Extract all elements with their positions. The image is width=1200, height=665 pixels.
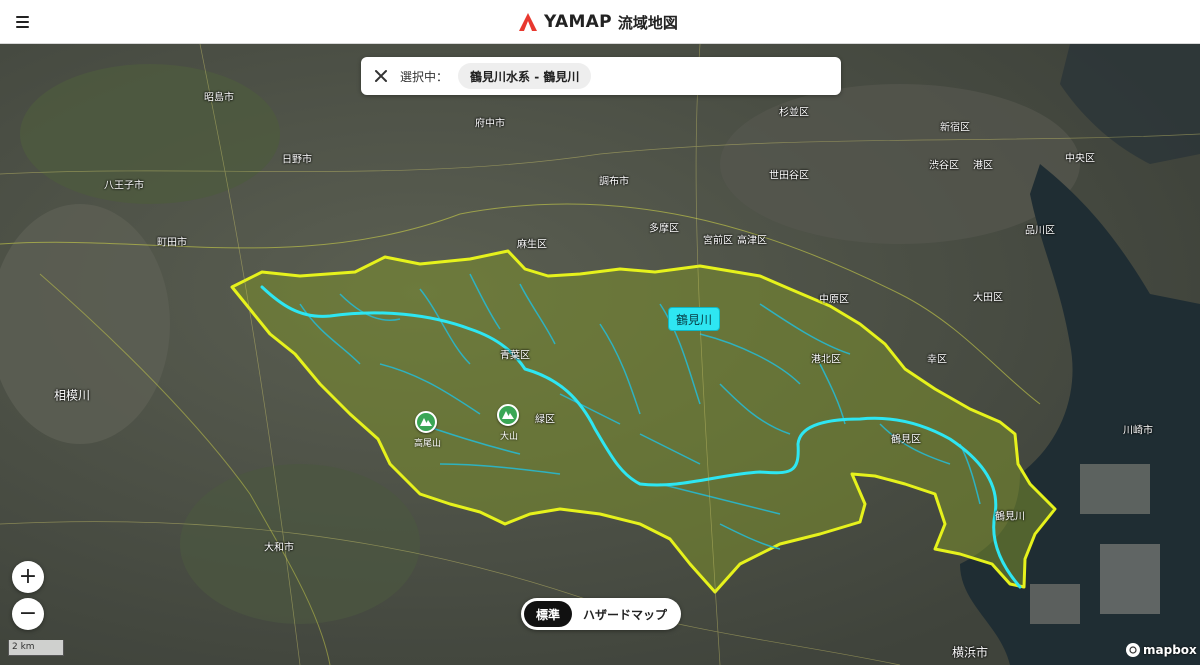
zoom-in-button[interactable]: + bbox=[12, 561, 44, 593]
app-header: YAMAP 流域地図 bbox=[0, 0, 1200, 44]
mountain-marker-icon[interactable] bbox=[415, 411, 437, 433]
place-label: 横浜市 bbox=[951, 645, 989, 660]
place-label: 中原区 bbox=[819, 294, 849, 306]
selection-bar: 選択中： 鶴見川水系 - 鶴見川 bbox=[361, 57, 841, 95]
selection-label: 選択中： bbox=[400, 69, 449, 84]
place-label: 新宿区 bbox=[940, 122, 970, 134]
mode-standard-button[interactable]: 標準 bbox=[524, 601, 572, 627]
place-label: 調布市 bbox=[599, 176, 629, 188]
mountain-label: 大山 bbox=[500, 432, 519, 442]
place-label: 相模川 bbox=[53, 388, 91, 403]
brand-subtitle: 流域地図 bbox=[617, 13, 678, 32]
mountain-marker-icon[interactable] bbox=[497, 404, 519, 426]
place-label: 日野市 bbox=[282, 154, 312, 166]
place-label: 世田谷区 bbox=[769, 170, 809, 182]
place-label: 高津区 bbox=[737, 235, 767, 247]
place-label: 青葉区 bbox=[500, 350, 530, 362]
hamburger-menu-icon[interactable] bbox=[10, 10, 34, 34]
plus-icon: + bbox=[18, 564, 38, 589]
place-label: 麻生区 bbox=[517, 239, 547, 251]
river-label-tag[interactable]: 鶴見川 bbox=[668, 307, 721, 331]
satellite-map[interactable]: 昭島市 府中市 杉並区 新宿区 日野市 調布市 世田谷区 渋谷区 港区 中央区 … bbox=[0, 44, 1200, 665]
map-mode-toggle: 標準 ハザードマップ bbox=[521, 598, 681, 630]
mapbox-attribution[interactable]: mapbox bbox=[1126, 643, 1197, 657]
place-label: 八王子市 bbox=[104, 180, 144, 192]
place-label: 大田区 bbox=[973, 292, 1003, 304]
place-label: 緑区 bbox=[535, 414, 555, 426]
place-label: 杉並区 bbox=[779, 107, 809, 119]
place-label: 町田市 bbox=[157, 237, 187, 249]
place-label: 鶴見川 bbox=[995, 511, 1025, 523]
place-label: 鶴見区 bbox=[891, 434, 921, 446]
place-label: 品川区 bbox=[1025, 225, 1055, 237]
brand-name: YAMAP bbox=[544, 12, 612, 32]
place-label: 幸区 bbox=[927, 354, 947, 366]
place-label: 宮前区 bbox=[703, 235, 733, 247]
mountain-label: 高尾山 bbox=[414, 439, 442, 449]
place-label: 渋谷区 bbox=[929, 160, 959, 172]
place-label: 多摩区 bbox=[649, 223, 679, 235]
place-label: 港区 bbox=[973, 160, 993, 172]
zoom-out-button[interactable]: − bbox=[12, 598, 44, 630]
brand[interactable]: YAMAP 流域地図 bbox=[518, 10, 678, 34]
place-label: 大和市 bbox=[264, 542, 294, 554]
place-label: 昭島市 bbox=[204, 92, 234, 104]
mode-hazard-button[interactable]: ハザードマップ bbox=[572, 601, 678, 627]
mapbox-logo-icon bbox=[1126, 643, 1140, 657]
scale-bar: 2 km bbox=[8, 640, 64, 656]
place-label: 中央区 bbox=[1065, 153, 1095, 165]
mapbox-text: mapbox bbox=[1143, 643, 1197, 657]
place-label: 港北区 bbox=[811, 354, 841, 366]
place-label: 川崎市 bbox=[1123, 425, 1153, 437]
yamap-logo-icon bbox=[519, 13, 537, 31]
selected-watershed-chip[interactable]: 鶴見川水系 - 鶴見川 bbox=[458, 63, 592, 89]
minus-icon: − bbox=[18, 601, 38, 626]
place-label: 府中市 bbox=[475, 118, 505, 130]
close-icon[interactable] bbox=[368, 63, 394, 89]
map-base-layer bbox=[0, 44, 1200, 665]
